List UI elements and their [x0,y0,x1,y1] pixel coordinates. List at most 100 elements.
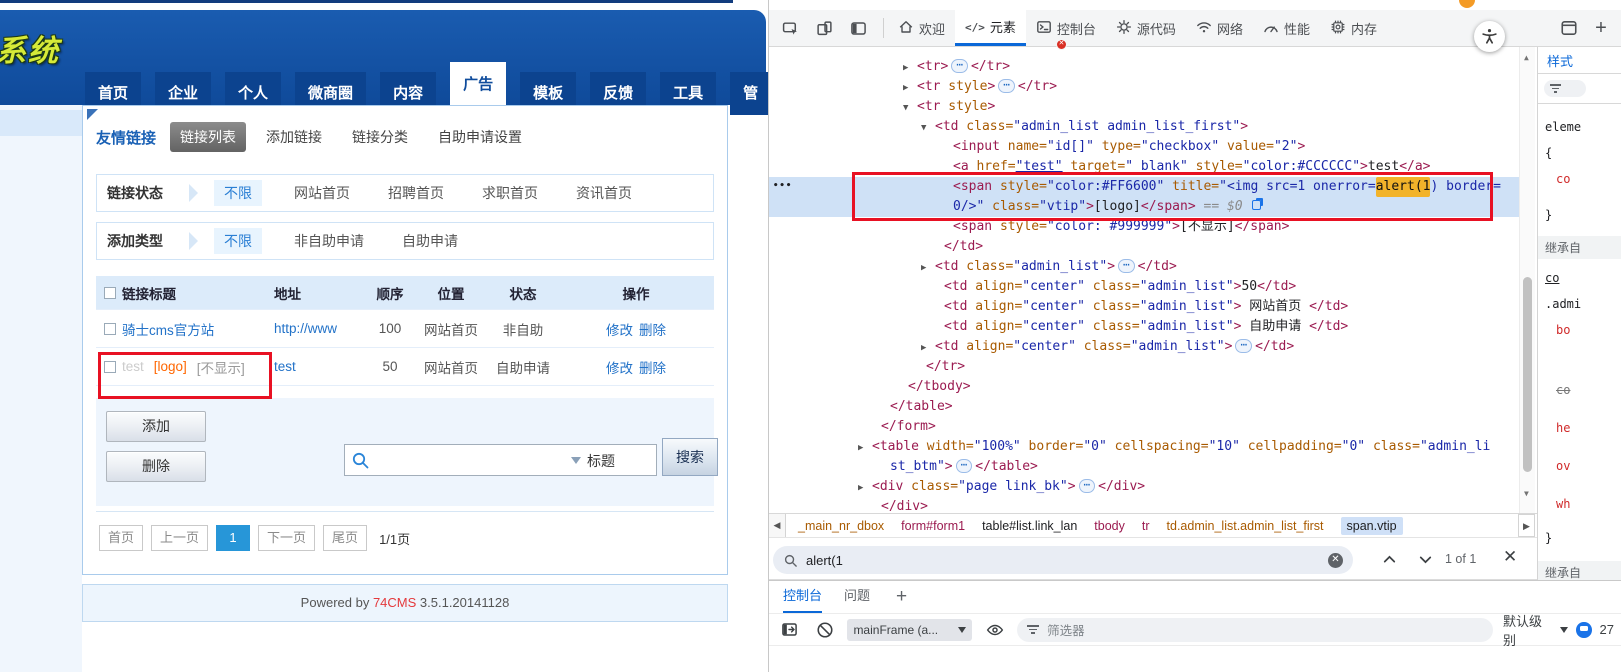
collapse-icon[interactable]: ▼ [903,98,917,118]
code-line[interactable]: ▶<tr style>⋯</tr> [769,77,1519,97]
code-line[interactable]: </tbody> [769,377,1519,397]
add-tab-icon[interactable]: + [1588,15,1614,41]
styles-filter-input[interactable] [1544,80,1586,97]
tab-styles[interactable]: 样式 [1547,51,1573,70]
chevron-down-icon[interactable] [1560,627,1568,633]
op-link[interactable]: 修改 [606,323,633,338]
expand-icon[interactable]: ▶ [921,338,935,358]
section-tab[interactable]: 链接分类 [342,122,418,152]
issues-chat-icon[interactable] [1576,622,1591,638]
code-line[interactable]: <span style="color:#FF6600" title="<img … [769,177,1535,197]
scroll-up-icon[interactable]: ▲ [1524,53,1529,62]
pagination-item[interactable]: 上一页 [151,525,208,551]
code-line[interactable]: <td align="center" class="admin_list">50… [769,277,1519,297]
code-line[interactable]: ▼<td class="admin_list admin_list_first"… [769,117,1519,137]
inspect-element-icon[interactable] [777,15,803,41]
section-tab[interactable]: 添加链接 [256,122,332,152]
devtools-tab-performance[interactable]: 性能 [1253,10,1320,46]
code-line[interactable]: ▼<tr style> [769,97,1519,117]
filter-option[interactable]: 招聘首页 [382,180,450,206]
breadcrumb-item[interactable]: tr [1142,519,1150,533]
filter-option[interactable]: 不限 [214,180,262,206]
code-line[interactable]: ▶<tr>⋯</tr> [769,57,1519,77]
section-tab[interactable]: 链接列表 [170,122,246,152]
breadcrumb-item[interactable]: tbody [1094,519,1125,533]
console-drawer-tab[interactable]: 问题 [844,581,870,613]
code-line[interactable]: </form> [769,417,1519,437]
filter-option[interactable]: 不限 [214,228,262,254]
live-expression-eye-icon[interactable] [982,617,1007,643]
collapse-icon[interactable]: ▼ [921,118,935,138]
code-line[interactable]: st_btm">⋯</table> [769,457,1519,477]
add-drawer-tab-icon[interactable]: + [896,586,907,608]
pagination-item[interactable]: 尾页 [323,525,367,551]
breadcrumb-item[interactable]: _main_nr_dbox [798,519,884,533]
expand-icon[interactable]: ▶ [921,258,935,278]
breadcrumb-item[interactable]: form#form1 [901,519,965,533]
add-button[interactable]: 添加 [106,411,206,442]
section-tab[interactable]: 自助申请设置 [428,122,532,152]
op-link[interactable]: 修改 [606,361,633,376]
code-line[interactable]: <td align="center" class="admin_list"> 网… [769,297,1519,317]
elements-scrollbar[interactable]: ▲ ▼ [1519,47,1535,513]
code-line[interactable]: </td> [769,237,1519,257]
dock-side-icon[interactable] [845,15,871,41]
code-line[interactable]: ▶<td align="center" class="admin_list">⋯… [769,337,1519,357]
pagination-item[interactable]: 1 [216,525,250,551]
chevron-down-icon[interactable] [571,457,581,464]
search-input[interactable]: 标题 [344,444,657,476]
filter-option[interactable]: 网站首页 [288,180,356,206]
breadcrumb-item[interactable]: span.vtip [1341,517,1403,535]
inline-expand-icon[interactable]: ⋯ [1079,479,1096,493]
clear-console-icon[interactable] [812,617,837,643]
filter-option[interactable]: 资讯首页 [570,180,638,206]
code-line[interactable]: ▶<td class="admin_list">⋯</td> [769,257,1519,277]
link-url[interactable]: test [274,359,296,374]
find-previous-icon[interactable] [1381,551,1398,568]
inline-expand-icon[interactable]: ⋯ [1118,259,1135,273]
breadcrumb-scroll-left-icon[interactable]: ◀ [769,514,786,537]
nav-tab[interactable]: 管 [730,72,768,115]
search-button[interactable]: 搜索 [662,438,718,476]
code-line[interactable]: 0/>" class="vtip">[logo]</span> == $0 [769,197,1535,217]
link-title-segment[interactable]: 骑士cms官方站 [122,319,214,339]
search-field-select[interactable]: 标题 [587,451,615,471]
javascript-context-select[interactable]: mainFrame (a... [847,619,972,641]
styles-item[interactable]: co [1545,271,1621,285]
devtools-tab-network[interactable]: 网络 [1186,10,1253,46]
layout-panel-icon[interactable] [1556,15,1582,41]
expand-icon[interactable]: ▶ [858,438,872,458]
devtools-tab-elements[interactable]: </>元素 [955,10,1026,46]
expand-icon[interactable]: ▶ [858,478,872,498]
copy-element-icon[interactable] [1252,200,1261,210]
find-input[interactable]: alert(1 ✕ [773,546,1353,574]
filter-option[interactable]: 自助申请 [396,228,464,254]
code-line[interactable]: <input name="id[]" type="checkbox" value… [769,137,1519,157]
scrollbar-thumb[interactable] [1523,277,1532,472]
code-line[interactable]: </div> [769,497,1519,513]
devtools-tab-sources[interactable]: 源代码 [1106,10,1186,46]
filter-option[interactable]: 非自助申请 [288,228,370,254]
inline-expand-icon[interactable]: ⋯ [956,459,973,473]
code-line[interactable]: <a href="test" target="_blank" style="co… [769,157,1519,177]
sidebar-active-item[interactable] [0,110,82,136]
code-line[interactable]: ▶<table width="100%" border="0" cellspac… [769,437,1519,457]
filter-option[interactable]: 求职首页 [476,180,544,206]
delete-button[interactable]: 删除 [106,451,206,482]
code-line[interactable]: </tr> [769,357,1519,377]
expand-icon[interactable]: ▶ [903,78,917,98]
console-drawer-tab[interactable]: 控制台 [783,581,822,613]
pagination-item[interactable]: 首页 [99,525,143,551]
inline-expand-icon[interactable]: ⋯ [951,59,968,73]
code-line[interactable]: ▶<div class="page link_bk">⋯</div> [769,477,1519,497]
more-actions-icon[interactable]: ••• [773,181,792,191]
inline-expand-icon[interactable]: ⋯ [998,79,1015,93]
accessibility-icon[interactable] [1474,21,1505,52]
code-line[interactable]: <span style="color: #999999">[不显示]</span… [769,217,1519,237]
row-checkbox[interactable] [104,323,116,335]
pagination-item[interactable]: 下一页 [258,525,315,551]
close-icon[interactable]: ✕ [1503,547,1517,567]
select-all-checkbox[interactable] [104,287,116,299]
breadcrumb-scroll-right-icon[interactable]: ▶ [1518,514,1535,537]
row-checkbox[interactable] [104,361,116,373]
